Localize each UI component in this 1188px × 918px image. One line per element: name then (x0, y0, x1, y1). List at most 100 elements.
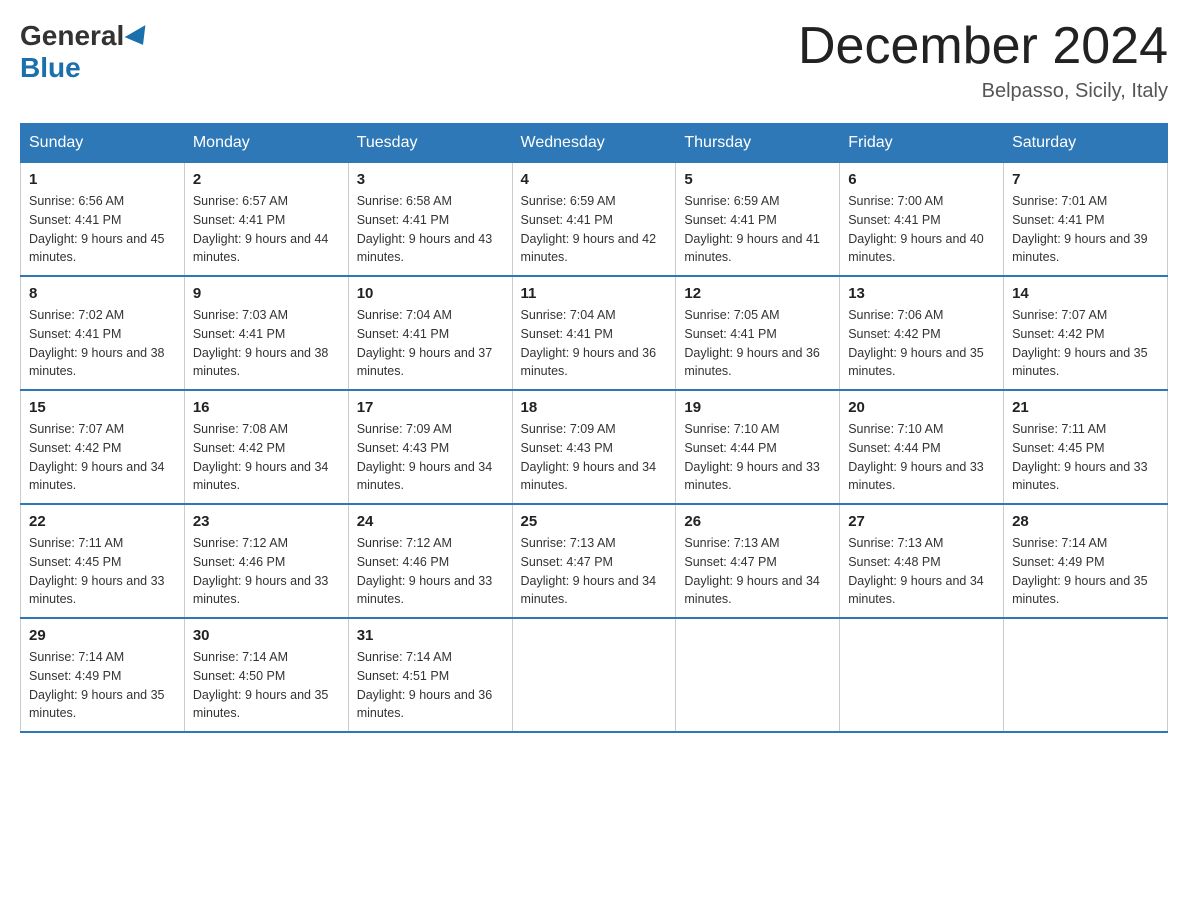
day-number: 23 (193, 513, 340, 530)
table-row: 15 Sunrise: 7:07 AMSunset: 4:42 PMDaylig… (21, 390, 185, 504)
day-number: 12 (684, 285, 831, 302)
table-row: 2 Sunrise: 6:57 AMSunset: 4:41 PMDayligh… (184, 163, 348, 277)
day-info: Sunrise: 7:10 AMSunset: 4:44 PMDaylight:… (684, 420, 831, 495)
day-info: Sunrise: 7:07 AMSunset: 4:42 PMDaylight:… (29, 420, 176, 495)
day-info: Sunrise: 7:14 AMSunset: 4:51 PMDaylight:… (357, 648, 504, 723)
day-info: Sunrise: 7:06 AMSunset: 4:42 PMDaylight:… (848, 306, 995, 381)
table-row (1004, 618, 1168, 732)
day-info: Sunrise: 6:59 AMSunset: 4:41 PMDaylight:… (521, 192, 668, 267)
day-number: 29 (29, 627, 176, 644)
header-wednesday: Wednesday (512, 124, 676, 163)
day-number: 3 (357, 171, 504, 188)
table-row (512, 618, 676, 732)
day-info: Sunrise: 7:09 AMSunset: 4:43 PMDaylight:… (357, 420, 504, 495)
day-number: 30 (193, 627, 340, 644)
day-info: Sunrise: 7:09 AMSunset: 4:43 PMDaylight:… (521, 420, 668, 495)
calendar-week-row: 29 Sunrise: 7:14 AMSunset: 4:49 PMDaylig… (21, 618, 1168, 732)
day-number: 11 (521, 285, 668, 302)
header-friday: Friday (840, 124, 1004, 163)
day-number: 5 (684, 171, 831, 188)
day-number: 2 (193, 171, 340, 188)
day-info: Sunrise: 7:07 AMSunset: 4:42 PMDaylight:… (1012, 306, 1159, 381)
table-row: 11 Sunrise: 7:04 AMSunset: 4:41 PMDaylig… (512, 276, 676, 390)
day-info: Sunrise: 7:04 AMSunset: 4:41 PMDaylight:… (357, 306, 504, 381)
table-row (676, 618, 840, 732)
table-row: 28 Sunrise: 7:14 AMSunset: 4:49 PMDaylig… (1004, 504, 1168, 618)
day-info: Sunrise: 7:12 AMSunset: 4:46 PMDaylight:… (357, 534, 504, 609)
header-thursday: Thursday (676, 124, 840, 163)
table-row: 19 Sunrise: 7:10 AMSunset: 4:44 PMDaylig… (676, 390, 840, 504)
day-info: Sunrise: 6:56 AMSunset: 4:41 PMDaylight:… (29, 192, 176, 267)
day-number: 28 (1012, 513, 1159, 530)
logo-blue-text: Blue (20, 52, 81, 84)
calendar-table: Sunday Monday Tuesday Wednesday Thursday… (20, 123, 1168, 733)
header-tuesday: Tuesday (348, 124, 512, 163)
table-row: 29 Sunrise: 7:14 AMSunset: 4:49 PMDaylig… (21, 618, 185, 732)
calendar-header-row: Sunday Monday Tuesday Wednesday Thursday… (21, 124, 1168, 163)
day-info: Sunrise: 7:12 AMSunset: 4:46 PMDaylight:… (193, 534, 340, 609)
calendar-week-row: 15 Sunrise: 7:07 AMSunset: 4:42 PMDaylig… (21, 390, 1168, 504)
day-number: 19 (684, 399, 831, 416)
table-row: 30 Sunrise: 7:14 AMSunset: 4:50 PMDaylig… (184, 618, 348, 732)
day-info: Sunrise: 7:10 AMSunset: 4:44 PMDaylight:… (848, 420, 995, 495)
table-row: 18 Sunrise: 7:09 AMSunset: 4:43 PMDaylig… (512, 390, 676, 504)
day-info: Sunrise: 7:14 AMSunset: 4:49 PMDaylight:… (29, 648, 176, 723)
table-row: 31 Sunrise: 7:14 AMSunset: 4:51 PMDaylig… (348, 618, 512, 732)
table-row: 4 Sunrise: 6:59 AMSunset: 4:41 PMDayligh… (512, 163, 676, 277)
day-number: 26 (684, 513, 831, 530)
day-number: 8 (29, 285, 176, 302)
day-number: 24 (357, 513, 504, 530)
day-number: 1 (29, 171, 176, 188)
day-info: Sunrise: 7:03 AMSunset: 4:41 PMDaylight:… (193, 306, 340, 381)
calendar-week-row: 1 Sunrise: 6:56 AMSunset: 4:41 PMDayligh… (21, 163, 1168, 277)
header-saturday: Saturday (1004, 124, 1168, 163)
day-number: 4 (521, 171, 668, 188)
logo-arrow-icon (125, 25, 154, 51)
day-number: 31 (357, 627, 504, 644)
day-number: 7 (1012, 171, 1159, 188)
day-info: Sunrise: 7:14 AMSunset: 4:50 PMDaylight:… (193, 648, 340, 723)
day-number: 22 (29, 513, 176, 530)
day-info: Sunrise: 7:14 AMSunset: 4:49 PMDaylight:… (1012, 534, 1159, 609)
table-row: 9 Sunrise: 7:03 AMSunset: 4:41 PMDayligh… (184, 276, 348, 390)
day-info: Sunrise: 7:02 AMSunset: 4:41 PMDaylight:… (29, 306, 176, 381)
header-sunday: Sunday (21, 124, 185, 163)
table-row: 26 Sunrise: 7:13 AMSunset: 4:47 PMDaylig… (676, 504, 840, 618)
day-info: Sunrise: 7:08 AMSunset: 4:42 PMDaylight:… (193, 420, 340, 495)
table-row: 10 Sunrise: 7:04 AMSunset: 4:41 PMDaylig… (348, 276, 512, 390)
table-row (840, 618, 1004, 732)
day-info: Sunrise: 7:00 AMSunset: 4:41 PMDaylight:… (848, 192, 995, 267)
location-text: Belpasso, Sicily, Italy (798, 80, 1168, 103)
day-number: 18 (521, 399, 668, 416)
day-info: Sunrise: 7:11 AMSunset: 4:45 PMDaylight:… (29, 534, 176, 609)
table-row: 23 Sunrise: 7:12 AMSunset: 4:46 PMDaylig… (184, 504, 348, 618)
day-info: Sunrise: 7:13 AMSunset: 4:47 PMDaylight:… (521, 534, 668, 609)
page-header: General Blue December 2024 Belpasso, Sic… (20, 20, 1168, 103)
day-info: Sunrise: 7:05 AMSunset: 4:41 PMDaylight:… (684, 306, 831, 381)
day-info: Sunrise: 6:59 AMSunset: 4:41 PMDaylight:… (684, 192, 831, 267)
table-row: 3 Sunrise: 6:58 AMSunset: 4:41 PMDayligh… (348, 163, 512, 277)
logo: General Blue (20, 20, 151, 84)
table-row: 8 Sunrise: 7:02 AMSunset: 4:41 PMDayligh… (21, 276, 185, 390)
table-row: 21 Sunrise: 7:11 AMSunset: 4:45 PMDaylig… (1004, 390, 1168, 504)
day-number: 27 (848, 513, 995, 530)
table-row: 12 Sunrise: 7:05 AMSunset: 4:41 PMDaylig… (676, 276, 840, 390)
table-row: 6 Sunrise: 7:00 AMSunset: 4:41 PMDayligh… (840, 163, 1004, 277)
day-info: Sunrise: 7:11 AMSunset: 4:45 PMDaylight:… (1012, 420, 1159, 495)
month-title: December 2024 (798, 20, 1168, 72)
calendar-week-row: 22 Sunrise: 7:11 AMSunset: 4:45 PMDaylig… (21, 504, 1168, 618)
table-row: 16 Sunrise: 7:08 AMSunset: 4:42 PMDaylig… (184, 390, 348, 504)
table-row: 7 Sunrise: 7:01 AMSunset: 4:41 PMDayligh… (1004, 163, 1168, 277)
table-row: 22 Sunrise: 7:11 AMSunset: 4:45 PMDaylig… (21, 504, 185, 618)
table-row: 17 Sunrise: 7:09 AMSunset: 4:43 PMDaylig… (348, 390, 512, 504)
day-number: 21 (1012, 399, 1159, 416)
day-info: Sunrise: 7:04 AMSunset: 4:41 PMDaylight:… (521, 306, 668, 381)
table-row: 13 Sunrise: 7:06 AMSunset: 4:42 PMDaylig… (840, 276, 1004, 390)
day-number: 14 (1012, 285, 1159, 302)
day-number: 13 (848, 285, 995, 302)
day-number: 9 (193, 285, 340, 302)
calendar-week-row: 8 Sunrise: 7:02 AMSunset: 4:41 PMDayligh… (21, 276, 1168, 390)
table-row: 27 Sunrise: 7:13 AMSunset: 4:48 PMDaylig… (840, 504, 1004, 618)
table-row: 24 Sunrise: 7:12 AMSunset: 4:46 PMDaylig… (348, 504, 512, 618)
day-info: Sunrise: 6:57 AMSunset: 4:41 PMDaylight:… (193, 192, 340, 267)
